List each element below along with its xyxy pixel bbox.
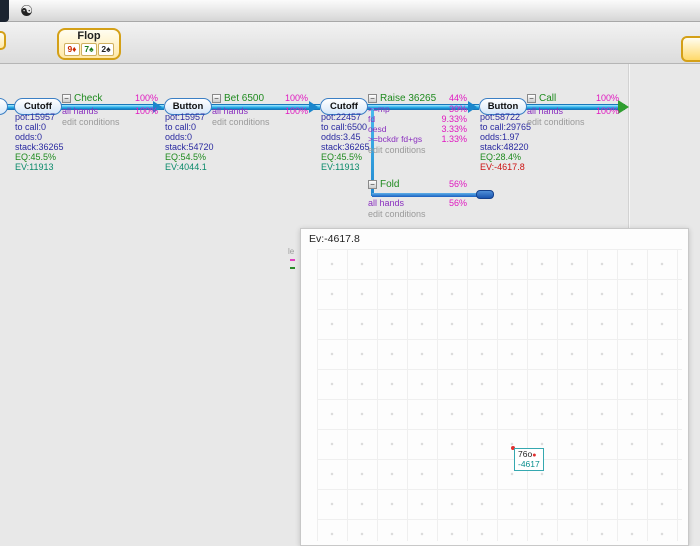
ev-graph-title: Ev:-4617.8: [309, 233, 360, 245]
obscured-text-fragment: [290, 259, 295, 261]
stack-value: stack:54720: [165, 142, 214, 152]
action-call: − Call 100% all hands 100% edit conditio…: [527, 92, 619, 127]
action-check: − Check 100% all hands 100% edit conditi…: [62, 92, 158, 127]
odds-value: odds:0: [15, 132, 43, 142]
range-frequency: 56%: [448, 198, 467, 208]
eq-value: EQ:54.5%: [165, 152, 207, 162]
condition-frequency: 1.33%: [441, 134, 467, 144]
flop-cards: 9♦ 7♠ 2♠: [59, 43, 119, 56]
range-frequency: 100%: [134, 106, 158, 116]
action-frequency: 100%: [595, 93, 619, 103]
condition-frequency: 9.33%: [441, 114, 467, 124]
condition-frequency: 30%: [448, 104, 467, 114]
node-cutoff-1: Cutoff pot:15957 to call:0 odds:0 stack:…: [14, 98, 64, 172]
condition-label[interactable]: fd: [368, 114, 375, 124]
range-label[interactable]: all hands: [368, 198, 404, 208]
collapse-button[interactable]: −: [368, 93, 377, 103]
yin-yang-icon: ☯: [20, 3, 34, 20]
window-corner: [0, 0, 9, 22]
action-fold: − Fold 56% all hands 56% edit conditions: [368, 178, 467, 219]
eq-value: EQ:45.5%: [15, 152, 57, 162]
action-frequency: 44%: [448, 93, 467, 103]
edit-conditions-link[interactable]: edit conditions: [62, 117, 158, 127]
app-window: ☯ Flop 9♦ 7♠ 2♠ Cutoff pot:15957 to call…: [0, 0, 700, 546]
street-button-partial-right[interactable]: [681, 36, 700, 62]
collapse-button[interactable]: −: [527, 93, 536, 103]
odds-value: odds:1.97: [480, 132, 520, 142]
node-cutoff-2: Cutoff pot:22457 to call:6500 odds:3.45 …: [320, 98, 370, 172]
action-label[interactable]: Bet 6500: [224, 93, 264, 104]
point-hand-value: 76o: [518, 449, 533, 459]
edit-conditions-link[interactable]: edit conditions: [368, 209, 467, 219]
flop-label: Flop: [77, 30, 101, 42]
collapse-button[interactable]: −: [368, 179, 377, 189]
flop-street-button[interactable]: Flop 9♦ 7♠ 2♠: [57, 28, 121, 60]
ev-graph-grid[interactable]: [317, 249, 682, 541]
flop-card: 9♦: [64, 43, 80, 56]
range-label[interactable]: all hands: [527, 106, 563, 116]
ev-value: EV:11913: [321, 162, 360, 172]
condition-label[interactable]: oesd: [368, 124, 386, 134]
stack-value: stack:36265: [15, 142, 64, 152]
ev-value: EV:-4617.8: [480, 162, 525, 172]
arrowhead-end-icon: [618, 100, 629, 114]
title-bar: ☯: [0, 0, 700, 22]
point-ev-value: -4617: [518, 459, 540, 469]
range-label[interactable]: all hands: [212, 106, 248, 116]
action-bet: − Bet 6500 100% all hands 100% edit cond…: [212, 92, 308, 127]
action-raise: − Raise 36265 44% >=mp 30% fd 9.33% oesd…: [368, 92, 467, 155]
range-frequency: 100%: [284, 106, 308, 116]
fold-terminal-node: [476, 190, 494, 199]
collapse-button[interactable]: −: [62, 93, 71, 103]
data-point-label: 76o● -4617: [514, 448, 544, 471]
condition-label[interactable]: >=mp: [368, 104, 390, 114]
condition-label[interactable]: >=bckdr fd+gs: [368, 134, 422, 144]
collapse-button[interactable]: −: [212, 93, 221, 103]
node-button-2: Button pot:58722 to call:29765 odds:1.97…: [479, 98, 531, 172]
flop-card: 7♠: [81, 43, 97, 56]
range-frequency: 100%: [595, 106, 619, 116]
flop-card: 2♠: [98, 43, 114, 56]
action-frequency: 56%: [448, 179, 467, 189]
node-pill-partial: [0, 98, 8, 115]
node-button-1: Button pot:15957 to call:0 odds:0 stack:…: [164, 98, 214, 172]
action-label[interactable]: Fold: [380, 179, 399, 190]
ev-value: EV:4044.1: [165, 162, 207, 172]
action-label[interactable]: Raise 36265: [380, 93, 436, 104]
stack-value: stack:48220: [480, 142, 529, 152]
obscured-text-fragment: le: [288, 247, 295, 256]
obscured-text-fragment: [290, 267, 295, 269]
edit-conditions-link[interactable]: edit conditions: [527, 117, 619, 127]
ev-value: EV:11913: [15, 162, 54, 172]
condition-frequency: 3.33%: [441, 124, 467, 134]
edit-conditions-link[interactable]: edit conditions: [368, 145, 467, 155]
tree-canvas: Cutoff pot:15957 to call:0 odds:0 stack:…: [0, 64, 700, 546]
arrowhead-icon: [468, 101, 477, 113]
eq-value: EQ:28.4%: [480, 152, 522, 162]
street-button-partial-left[interactable]: [0, 31, 6, 50]
ev-graph-panel: Ev:-4617.8 76o● -4617: [300, 228, 689, 546]
arrowhead-icon: [309, 101, 318, 113]
action-frequency: 100%: [284, 93, 308, 103]
action-label[interactable]: Check: [74, 93, 102, 104]
point-dot-icon: ●: [532, 452, 537, 459]
odds-value: odds:0: [165, 132, 193, 142]
action-label[interactable]: Call: [539, 93, 556, 104]
action-frequency: 100%: [134, 93, 158, 103]
range-label[interactable]: all hands: [62, 106, 98, 116]
edit-conditions-link[interactable]: edit conditions: [212, 117, 308, 127]
